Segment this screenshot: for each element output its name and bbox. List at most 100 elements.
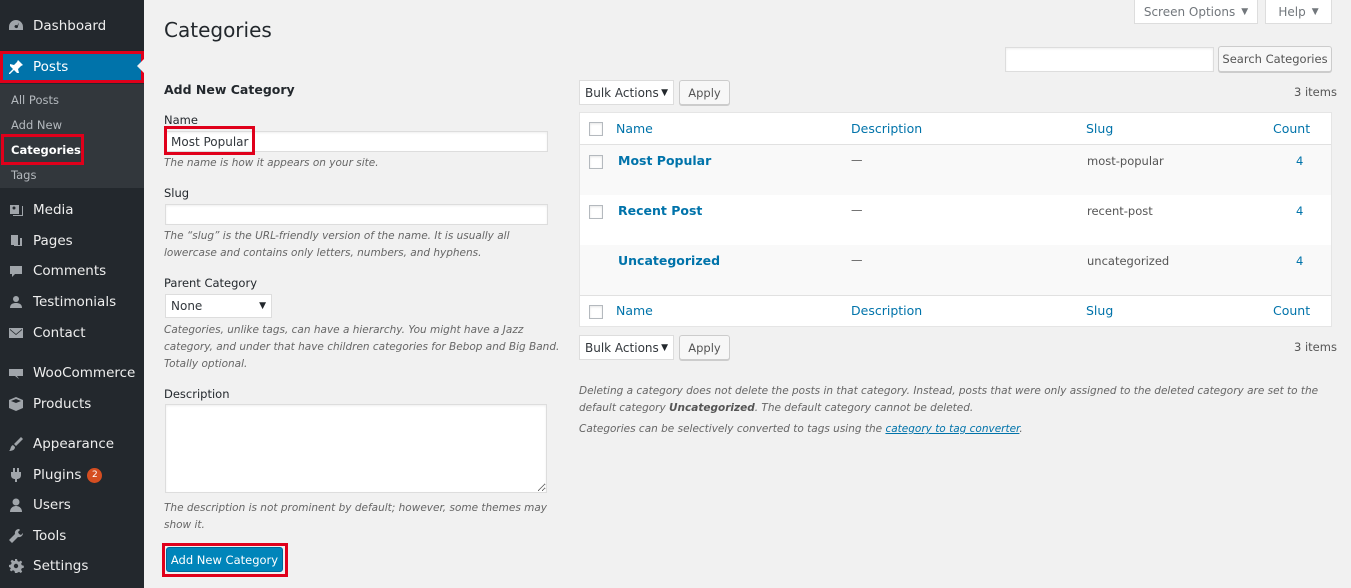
note-text-end: . The default category cannot be deleted… bbox=[754, 402, 974, 414]
column-count-footer[interactable]: Count bbox=[1273, 303, 1310, 318]
pages-icon bbox=[8, 233, 24, 249]
screen-options-label: Screen Options bbox=[1143, 4, 1236, 19]
slug-field[interactable] bbox=[165, 204, 548, 225]
bulk-actions-value: Bulk Actions bbox=[585, 340, 659, 355]
users-icon bbox=[8, 294, 24, 310]
add-new-category-button[interactable]: Add New Category bbox=[166, 547, 283, 572]
caret-down-icon: ▼ bbox=[661, 342, 668, 353]
search-input[interactable] bbox=[1005, 47, 1214, 72]
search-categories-button[interactable]: Search Categories bbox=[1218, 46, 1332, 72]
screen-options-button[interactable]: Screen Options ▼ bbox=[1134, 0, 1258, 24]
apply-button-bottom[interactable]: Apply bbox=[679, 335, 730, 360]
column-count[interactable]: Count bbox=[1273, 121, 1310, 136]
delete-category-note: Deleting a category does not delete the … bbox=[579, 383, 1339, 417]
categories-table: Name Description Slug Count Most Popular… bbox=[579, 112, 1332, 327]
menu-testimonials[interactable]: Testimonials bbox=[0, 287, 144, 317]
note-text-end: . bbox=[1019, 423, 1023, 435]
menu-label: Pages bbox=[33, 233, 73, 249]
help-button[interactable]: Help ▼ bbox=[1265, 0, 1332, 24]
apply-button-top[interactable]: Apply bbox=[679, 80, 730, 105]
menu-products[interactable]: Products bbox=[0, 389, 144, 419]
category-name-link[interactable]: Recent Post bbox=[618, 203, 702, 218]
menu-dashboard[interactable]: Dashboard bbox=[0, 11, 144, 41]
caret-down-icon: ▼ bbox=[1311, 6, 1319, 17]
description-textarea[interactable] bbox=[165, 404, 547, 493]
row-checkbox[interactable] bbox=[589, 205, 603, 219]
table-row: Uncategorized — uncategorized 4 bbox=[580, 245, 1331, 295]
category-slug: recent-post bbox=[1087, 204, 1153, 218]
current-menu-notch bbox=[137, 59, 144, 73]
select-all-checkbox[interactable] bbox=[589, 122, 603, 136]
caret-down-icon: ▼ bbox=[1241, 6, 1249, 17]
menu-label: Dashboard bbox=[33, 18, 107, 34]
submenu-tags[interactable]: Tags bbox=[11, 168, 36, 182]
pin-icon bbox=[8, 59, 24, 75]
category-count-link[interactable]: 4 bbox=[1296, 204, 1303, 218]
category-name-link[interactable]: Uncategorized bbox=[618, 253, 720, 268]
table-row: Recent Post — recent-post 4 bbox=[580, 195, 1331, 245]
menu-comments[interactable]: Comments bbox=[0, 256, 144, 286]
plugins-update-badge: 2 bbox=[87, 467, 103, 483]
category-slug: uncategorized bbox=[1087, 254, 1170, 268]
menu-label: Media bbox=[33, 202, 74, 218]
items-count-top: 3 items bbox=[1294, 85, 1337, 99]
settings-icon bbox=[8, 558, 24, 574]
menu-label: Contact bbox=[33, 325, 86, 341]
page-title: Categories bbox=[164, 18, 272, 42]
menu-media[interactable]: Media bbox=[0, 195, 144, 225]
submenu-all-posts[interactable]: All Posts bbox=[11, 93, 59, 107]
column-slug-footer[interactable]: Slug bbox=[1086, 303, 1113, 318]
wrench-icon bbox=[8, 528, 24, 544]
converter-note: Categories can be selectively converted … bbox=[579, 421, 1339, 438]
menu-users[interactable]: Users bbox=[0, 490, 144, 520]
media-icon bbox=[8, 202, 24, 218]
menu-contact[interactable]: Contact bbox=[0, 318, 144, 348]
table-row: Most Popular — most-popular 4 bbox=[580, 145, 1331, 195]
menu-tools[interactable]: Tools bbox=[0, 521, 144, 551]
menu-label: Users bbox=[33, 497, 71, 513]
table-header-row: Name Description Slug Count bbox=[580, 113, 1331, 145]
bulk-actions-value: Bulk Actions bbox=[585, 85, 659, 100]
category-description: — bbox=[851, 253, 863, 267]
items-count-bottom: 3 items bbox=[1294, 340, 1337, 354]
column-name-footer[interactable]: Name bbox=[616, 303, 653, 318]
comments-icon bbox=[8, 263, 24, 279]
category-name-link[interactable]: Most Popular bbox=[618, 153, 711, 168]
menu-appearance[interactable]: Appearance bbox=[0, 429, 144, 459]
categories-highlight bbox=[1, 134, 84, 165]
name-field-highlight bbox=[164, 126, 255, 155]
column-description-footer[interactable]: Description bbox=[851, 303, 922, 318]
bulk-actions-select-top[interactable]: Bulk Actions ▼ bbox=[579, 80, 674, 105]
category-count-link[interactable]: 4 bbox=[1296, 154, 1303, 168]
menu-label: Comments bbox=[33, 263, 107, 279]
menu-woocommerce[interactable]: WooCommerce bbox=[0, 358, 144, 388]
row-checkbox[interactable] bbox=[589, 155, 603, 169]
menu-posts[interactable]: Posts bbox=[0, 51, 144, 83]
woocommerce-icon bbox=[8, 365, 24, 381]
envelope-icon bbox=[8, 325, 24, 341]
category-count-link[interactable]: 4 bbox=[1296, 254, 1303, 268]
category-to-tag-converter-link[interactable]: category to tag converter bbox=[885, 423, 1019, 435]
bulk-actions-select-bottom[interactable]: Bulk Actions ▼ bbox=[579, 335, 674, 360]
category-description: — bbox=[851, 203, 863, 217]
menu-label: Plugins bbox=[33, 467, 82, 483]
slug-label: Slug bbox=[164, 186, 190, 200]
column-name[interactable]: Name bbox=[616, 121, 653, 136]
products-icon bbox=[8, 396, 24, 412]
parent-category-value: None bbox=[171, 299, 203, 313]
help-label: Help bbox=[1278, 4, 1306, 19]
menu-label: Settings bbox=[33, 558, 89, 574]
parent-category-select[interactable]: None ▼ bbox=[165, 294, 272, 318]
menu-pages[interactable]: Pages bbox=[0, 226, 144, 256]
user-icon bbox=[8, 497, 24, 513]
category-slug: most-popular bbox=[1087, 154, 1164, 168]
menu-label: Products bbox=[33, 396, 92, 412]
note-text: Categories can be selectively converted … bbox=[579, 423, 886, 435]
column-description[interactable]: Description bbox=[851, 121, 922, 136]
menu-settings[interactable]: Settings bbox=[0, 551, 144, 581]
select-all-checkbox-bottom[interactable] bbox=[589, 305, 603, 319]
menu-plugins[interactable]: Plugins 2 bbox=[0, 460, 144, 490]
menu-label: Appearance bbox=[33, 436, 115, 452]
column-slug[interactable]: Slug bbox=[1086, 121, 1113, 136]
submenu-add-new[interactable]: Add New bbox=[11, 118, 62, 132]
